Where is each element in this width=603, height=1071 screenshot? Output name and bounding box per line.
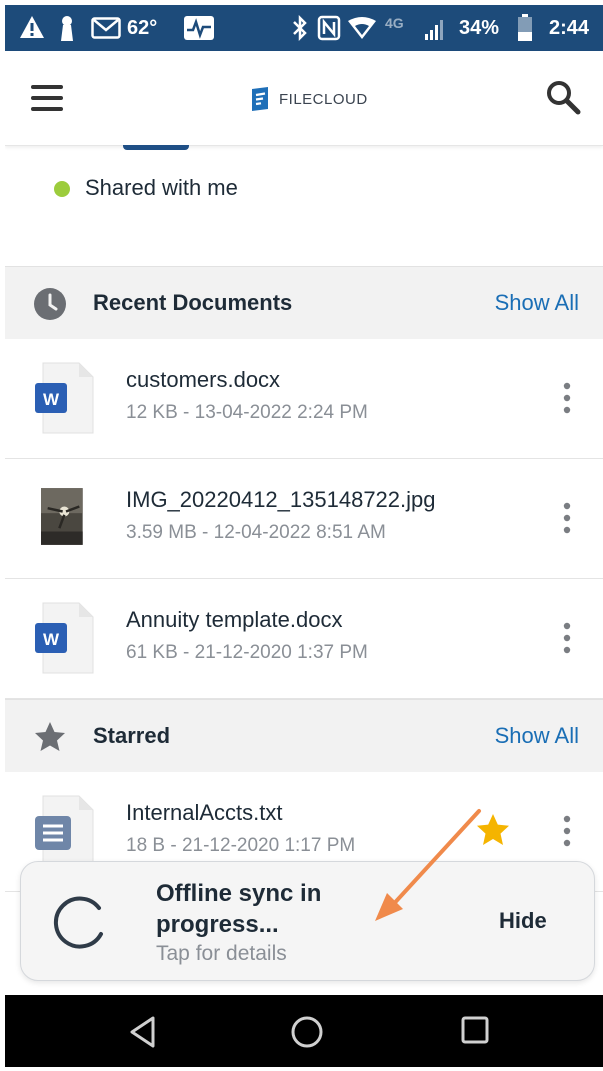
file-meta: 12 KB - 13-04-2022 2:24 PM [126,402,368,423]
more-options-icon[interactable] [555,621,579,655]
file-meta: 61 KB - 21-12-2020 1:37 PM [126,642,368,663]
wifi-icon [348,17,376,39]
starred-title: Starred [93,723,171,748]
temperature-text: 62° [127,17,158,39]
clock-icon [34,288,66,320]
file-row-customers[interactable]: W customers.docx 12 KB - 13-04-2022 2:24… [5,339,603,459]
more-options-icon[interactable] [555,501,579,535]
file-name: Annuity template.docx [126,607,343,632]
text-file-icon [35,795,94,867]
recent-documents-title: Recent Documents [93,290,293,315]
sync-subtitle[interactable]: Tap for details [156,942,287,966]
shared-with-me-item[interactable]: Shared with me [5,155,603,265]
sync-title: Offline sync in progress... [156,880,322,938]
image-thumbnail [41,488,83,545]
word-file-icon: W [35,602,94,674]
home-icon[interactable] [290,1015,324,1049]
keyhole-icon [61,16,73,41]
android-nav-bar [5,995,603,1067]
file-meta: 3.59 MB - 12-04-2022 8:51 AM [126,522,386,543]
loading-spinner-icon [53,896,103,949]
logo-text: FILECLOUD [279,90,368,108]
more-options-icon[interactable] [555,381,579,415]
hide-button[interactable]: Hide [499,908,547,934]
app-header: FILECLOUD [5,51,603,146]
file-name: InternalAccts.txt [126,800,283,825]
clock-text: 2:44 [549,17,590,39]
network-type-text: 4G [385,15,404,31]
signal-icon [425,20,443,40]
recent-documents-header: Recent Documents Show All [5,266,603,340]
word-file-icon: W [35,362,94,434]
more-options-icon[interactable] [555,814,579,848]
offline-sync-toast[interactable]: Offline sync in progress... Tap for deta… [20,861,595,981]
star-icon [35,722,65,751]
recent-show-all-link[interactable]: Show All [495,290,579,316]
recent-apps-icon[interactable] [460,1015,490,1045]
tab-indicator [123,145,189,150]
file-meta: 18 B - 21-12-2020 1:17 PM [126,835,356,856]
battery-percent-text: 34% [459,17,500,39]
hamburger-menu-icon[interactable] [31,85,63,111]
status-bar: 62° 4G 34% 2:44 [5,5,603,51]
app-screen: 62° 4G 34% 2:44 FILECLOUD Shared with me… [5,5,603,1067]
pulse-app-icon [184,16,214,40]
filecloud-logo-icon [252,87,268,111]
status-dot [54,181,70,197]
starred-header: Starred Show All [5,699,603,773]
file-name: IMG_20220412_135148722.jpg [126,487,436,512]
nfc-icon [317,15,341,41]
file-name: customers.docx [126,367,281,392]
starred-show-all-link[interactable]: Show All [495,723,579,749]
file-row-img[interactable]: IMG_20220412_135148722.jpg 3.59 MB - 12-… [5,459,603,579]
file-row-annuity[interactable]: W Annuity template.docx 61 KB - 21-12-20… [5,579,603,699]
battery-icon [518,14,532,41]
search-icon[interactable] [545,79,581,115]
svg-text:W: W [43,390,60,409]
filecloud-logo: FILECLOUD [249,87,368,111]
warning-icon [20,16,44,38]
gmail-icon [91,17,121,39]
annotation-arrow [375,809,481,921]
svg-text:W: W [43,630,60,649]
back-icon[interactable] [127,1015,159,1049]
bluetooth-icon [293,15,307,41]
shared-with-me-label: Shared with me [85,175,238,200]
